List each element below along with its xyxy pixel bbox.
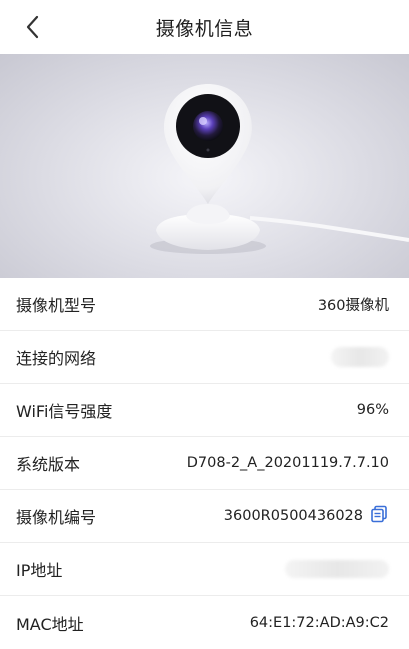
top-bar: 摄像机信息	[0, 0, 409, 54]
row-camera-model: 摄像机型号 360摄像机	[0, 278, 409, 331]
copy-button[interactable]	[369, 504, 389, 528]
row-label: WiFi信号强度	[16, 402, 113, 421]
camera-product-image	[0, 54, 409, 278]
row-system-version: 系统版本 D708-2_A_20201119.7.7.10	[0, 437, 409, 490]
row-value-group: 3600R0500436028	[224, 504, 389, 528]
row-label: 摄像机型号	[16, 296, 97, 315]
camera-illustration	[150, 84, 409, 254]
row-connected-network: 连接的网络	[0, 331, 409, 384]
page-title: 摄像机信息	[155, 18, 254, 40]
info-list: 摄像机型号 360摄像机 连接的网络 WiFi信号强度 96% 系统版本 D70…	[0, 278, 409, 649]
row-value-redacted	[285, 560, 389, 578]
row-label: 系统版本	[16, 455, 81, 474]
row-wifi-strength: WiFi信号强度 96%	[0, 384, 409, 437]
row-mac-address: MAC地址 64:E1:72:AD:A9:C2	[0, 596, 409, 649]
copy-icon	[371, 505, 387, 523]
row-value: 360摄像机	[317, 297, 389, 314]
row-label: MAC地址	[16, 614, 84, 634]
row-value: 64:E1:72:AD:A9:C2	[249, 614, 389, 631]
row-value: 96%	[356, 402, 389, 418]
row-value: 3600R0500436028	[223, 508, 363, 524]
row-value-redacted	[331, 347, 389, 367]
redacted-ip-address	[285, 560, 389, 578]
row-camera-serial: 摄像机编号 3600R0500436028	[0, 490, 409, 543]
redacted-network-name	[331, 347, 389, 367]
row-label: 摄像机编号	[16, 508, 97, 527]
row-value: D708-2_A_20201119.7.7.10	[186, 455, 389, 471]
row-label: 连接的网络	[16, 349, 97, 368]
row-label: IP地址	[16, 561, 63, 580]
row-ip-address: IP地址	[0, 543, 409, 596]
